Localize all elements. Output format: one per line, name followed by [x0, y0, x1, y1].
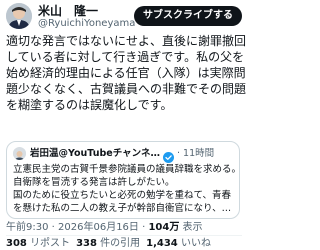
tweet-text-line: 始め経済的理由による任官（入隊）は実際問 — [6, 66, 246, 80]
quoted-text-line: 国のために役立ちたいと必死の勉学を重ねて、青春 — [13, 190, 232, 201]
quoted-tweet-time: · 11時間 — [177, 148, 215, 159]
quoted-tweet-header: 岩田温@YouTubeチャンネル開設… · 11時間 — [13, 147, 235, 163]
author-name[interactable]: 米山 隆一 — [38, 4, 98, 18]
quoted-tweet[interactable]: 岩田温@YouTubeチャンネル開設… · 11時間 立憲民主党の古賀千景参院議… — [6, 141, 240, 219]
tweet-date[interactable]: 2026年06月16日 — [58, 222, 139, 233]
quoted-tweet-time-value: 11時間 — [183, 148, 215, 159]
quoted-tweet-text: 立憲民主党の古賀千景参院議員の議員辞職を求める。 自衛隊を冒涜する発言は許しがた… — [13, 163, 237, 215]
quote-stat[interactable]: 338 件の引用 — [76, 238, 140, 249]
quoted-author-avatar — [13, 147, 26, 160]
view-count: 104万 — [148, 222, 180, 233]
subscribe-button[interactable]: サブスクライブする — [134, 6, 242, 26]
tweet-text-line: 題少なくなく、古賀議員への非難でその問題 — [6, 82, 247, 96]
tweet-meta: 午前9:30 · 2026年06月16日 · 104万 表示 — [6, 222, 203, 233]
retweet-count: 308 — [6, 238, 27, 249]
quoted-text-line: を懸けた私の二人の教え子が幹部自衛官になり、… — [13, 203, 232, 214]
retweet-label: リポスト — [30, 238, 71, 249]
quote-label: 件の引用 — [100, 238, 141, 249]
tweet-header: 米山 隆一 @RyuichiYoneyama サブスクライブする — [6, 3, 242, 33]
tweet-text-line: している者に対して行き過ぎです。私の父を — [6, 50, 245, 64]
retweet-stat[interactable]: 308 リポスト — [6, 238, 70, 249]
tweet-card: 米山 隆一 @RyuichiYoneyama サブスクライブする 適切な発言では… — [0, 0, 248, 250]
like-stat[interactable]: 1,434 いいね — [146, 238, 211, 249]
quoted-text-line: 立憲民主党の古賀千景参院議員の議員辞職を求める。 — [13, 164, 237, 175]
quote-count: 338 — [76, 238, 97, 249]
author-avatar[interactable] — [6, 3, 32, 29]
tweet-text-line: を糊塗するのは誤魔化しです。 — [6, 98, 173, 112]
tweet-stats: 308 リポスト 338 件の引用 1,434 いいね — [6, 238, 211, 250]
quoted-text-line: 自衛隊を冒涜する発言は許しがたい。 — [13, 177, 175, 188]
like-count: 1,434 — [146, 238, 178, 249]
view-label: 表示 — [182, 222, 203, 233]
author-handle[interactable]: @RyuichiYoneyama — [38, 18, 135, 30]
tweet-time[interactable]: 午前9:30 — [6, 222, 48, 233]
tweet-text: 適切な発言ではないにせよ、直後に謝罪撤回 している者に対して行き過ぎです。私の父… — [6, 33, 247, 113]
verified-badge-icon — [163, 148, 174, 163]
tweet-text-line: 適切な発言ではないにせよ、直後に謝罪撤回 — [6, 34, 247, 48]
like-label: いいね — [180, 238, 211, 249]
quoted-author-name: 岩田温@YouTubeチャンネル開設… — [30, 148, 160, 159]
divider — [6, 235, 242, 236]
